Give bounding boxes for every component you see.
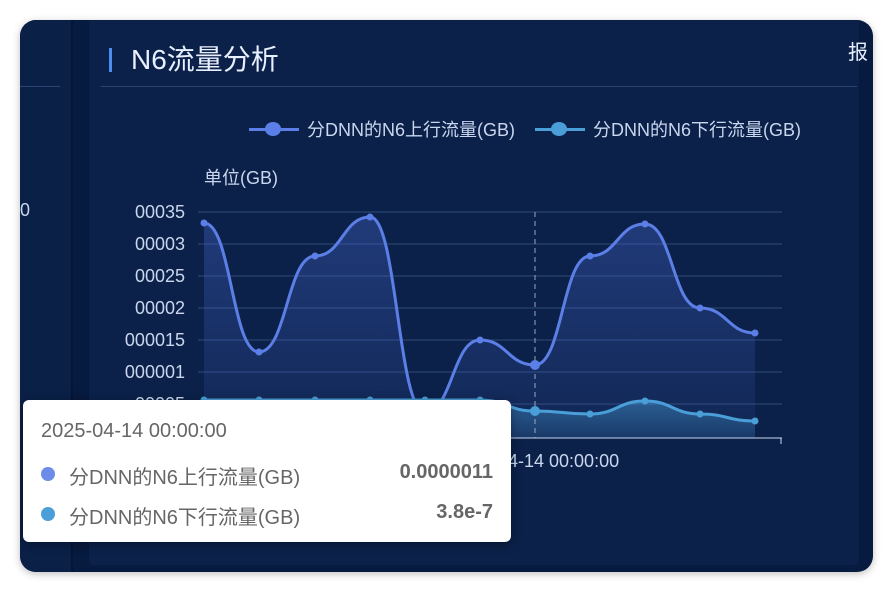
uplink-data-point[interactable] (696, 304, 704, 312)
y-tick-label: 000001 (125, 362, 185, 382)
tooltip-value-uplink: 0.0000011 (399, 461, 493, 483)
uplink-data-point[interactable] (641, 220, 649, 228)
left-divider (20, 86, 60, 87)
downlink-data-point[interactable] (530, 406, 540, 416)
tooltip-name-uplink: 分DNN的N6上行流量(GB) (69, 467, 301, 489)
tooltip-row-uplink: 分DNN的N6上行流量(GB) 0.0000011 (41, 461, 493, 489)
left-partial-value: 0 (20, 200, 31, 220)
tooltip-dot-downlink (41, 507, 55, 521)
y-tick-label: 00035 (135, 202, 185, 222)
downlink-data-point[interactable] (696, 410, 704, 418)
y-tick-label: 00025 (135, 266, 185, 286)
uplink-data-point[interactable] (311, 252, 319, 260)
uplink-data-point[interactable] (476, 336, 484, 344)
tooltip-row-downlink: 分DNN的N6下行流量(GB) 3.8e-7 (41, 501, 493, 529)
tooltip-value-downlink: 3.8e-7 (436, 501, 493, 523)
chart-tooltip: 2025-04-14 00:00:00 分DNN的N6上行流量(GB) 0.00… (23, 400, 511, 542)
downlink-data-point[interactable] (751, 417, 759, 425)
uplink-data-point[interactable] (751, 329, 759, 337)
right-partial-text: 报 (848, 42, 868, 64)
uplink-data-point[interactable] (586, 252, 594, 260)
tooltip-name-downlink: 分DNN的N6下行流量(GB) (69, 507, 301, 529)
uplink-data-point[interactable] (255, 348, 263, 356)
downlink-data-point[interactable] (641, 397, 649, 405)
y-tick-label: 00002 (135, 298, 185, 318)
uplink-data-point[interactable] (530, 360, 540, 370)
downlink-data-point[interactable] (586, 410, 594, 418)
y-tick-label: 00003 (135, 234, 185, 254)
tooltip-title: 2025-04-14 00:00:00 (41, 420, 227, 442)
uplink-data-point[interactable] (200, 219, 208, 227)
x-axis-tick-label: 4-14 00:00:00 (508, 451, 619, 471)
uplink-data-point[interactable] (366, 213, 374, 221)
y-tick-label: 000015 (125, 330, 185, 350)
tooltip-dot-uplink (41, 467, 55, 481)
app-frame: 0 N6流量分析 分DNN的N6上行流量(GB) 分DNN的N6下行流量(GB) (20, 20, 873, 572)
